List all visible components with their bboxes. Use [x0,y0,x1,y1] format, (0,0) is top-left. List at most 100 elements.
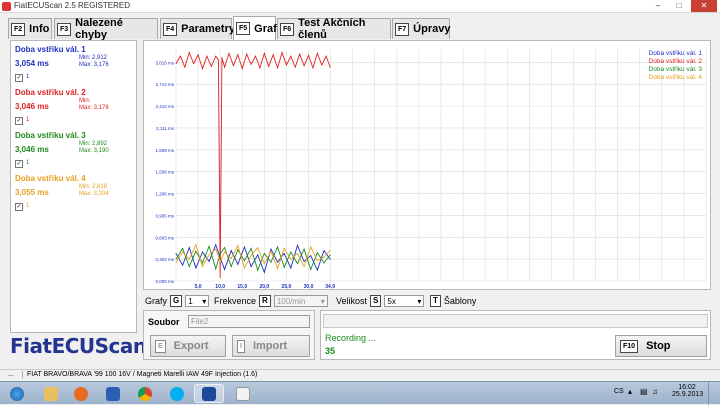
param-checkbox[interactable]: ✓ [15,74,23,82]
frekvence-control: Frekvence R 100/min ▾ [214,295,328,307]
grafy-select[interactable]: 1 ▾ [185,295,210,307]
param-max: Max: 3,204 [79,191,109,197]
start-button[interactable] [2,384,32,403]
sablony-key: T [430,295,441,307]
data-point [195,244,197,246]
data-point [250,266,252,267]
minimize-button[interactable]: – [648,0,668,12]
grafy-value: 1 [188,296,193,306]
taskbar-word[interactable] [98,384,128,403]
close-button[interactable]: ✕ [691,0,717,12]
data-point [290,55,292,57]
sablony-label: Šablony [443,296,477,306]
param-checkbox[interactable]: ✓ [15,203,23,211]
media-player-icon [74,386,88,401]
data-point [230,250,232,252]
data-point [263,271,265,273]
tab-parametry[interactable]: F4 Parametry [160,18,235,39]
data-point [303,260,305,262]
stop-label: Stop [646,340,671,352]
taskbar-fiatecuscan[interactable] [194,384,224,403]
title-bar: FiatECUScan 2.5 REGISTERED – □ ✕ [0,0,720,13]
show-desktop-button[interactable] [708,382,720,405]
param-min: Min: 2,912 [79,55,108,61]
data-point [202,262,203,264]
data-point [270,261,272,263]
tab-info[interactable]: F2 Info [8,18,52,39]
status-panel: Recording ... 35 F10 Stop [320,310,711,360]
tab-key: F5 [236,22,251,35]
param-item-2: Doba vstřiku vál. 2 3,046 ms Min: Max: 3,… [15,88,109,125]
vehicle-status-bar: ... FIAT BRAVO/BRAVA '99 100 16V / Magne… [0,369,720,381]
taskbar-explorer[interactable] [36,384,66,403]
frekvence-select[interactable]: 100/min ▾ [273,295,328,307]
recording-count: 35 [325,346,336,356]
velikost-label: Velikost [336,296,368,306]
param-value: 3,046 ms [15,145,49,154]
windows-taskbar: CS ▴ ▤ ♫ 16:02 25.9.2013 [0,381,720,405]
stop-button[interactable]: F10 Stop [615,335,707,357]
taskbar-media-player[interactable] [66,384,96,403]
data-point [296,244,298,246]
data-point [184,66,186,68]
parameter-panel: Doba vstřiku vál. 1 3,054 ms Min: 2,912 M… [10,40,137,333]
volume-icon[interactable]: ♫ [652,387,658,396]
data-point [188,247,190,249]
network-icon[interactable]: ▤ [640,387,648,396]
param-checkbox[interactable]: ✓ [15,160,23,168]
tab-key: F6 [280,22,295,36]
data-point [246,53,248,55]
tab-nalezene-chyby[interactable]: F3 Nalezené chyby [54,17,158,41]
clock-time: 16:02 [678,384,696,391]
taskbar-skype[interactable] [162,384,192,403]
tab-upravy[interactable]: F7 Úpravy [392,18,450,39]
data-point [310,268,312,270]
data-point [208,245,210,247]
file-label: Soubor [148,317,180,327]
data-point [290,267,292,269]
data-point [255,55,256,57]
import-button[interactable]: I Import [232,335,310,357]
data-point [243,246,245,248]
data-point [202,68,203,70]
data-point [188,266,190,267]
y-tick-label: 2,111 ms [156,126,175,131]
data-point [208,254,210,256]
y-tick-label: 0,302 ms [155,257,174,262]
file-select[interactable]: File2 [188,315,310,328]
param-name: Doba vstřiku vál. 3 [15,131,86,140]
taskbar-chrome[interactable] [130,384,160,403]
param-min: Min: 2,892 [79,141,108,147]
velikost-key: S [370,295,382,307]
data-point [294,66,296,68]
data-point [250,247,252,249]
tab-key: F4 [163,22,178,36]
tab-test-akcnich-clenu[interactable]: F6 Test Akčních členů [277,17,391,41]
x-tick-label: 34,9 [325,284,335,289]
clock[interactable]: 16:02 25.9.2013 [672,384,703,398]
taskbar-paint[interactable] [228,384,258,403]
param-max: Max: 3,176 [79,62,109,68]
x-tick-label: 10,0 [215,284,225,289]
data-point [228,52,230,54]
word-icon [106,386,120,401]
data-point [323,262,325,264]
tray-arrow-icon[interactable]: ▴ [628,387,632,396]
data-point [230,258,232,260]
tab-label: Parametry [181,23,235,35]
param-checkbox[interactable]: ✓ [15,117,23,125]
velikost-select[interactable]: 5x ▾ [384,295,425,307]
param-item-3: Doba vstřiku vál. 3 3,046 ms Min: 2,892 M… [15,131,109,168]
data-point [259,67,261,69]
graph-frame: 3,015 ms 2,714 ms 2,412 ms 2,111 ms 1,809 ms… [143,40,711,290]
y-tick-label: 0,603 ms [155,235,174,240]
data-point [182,264,184,266]
language-indicator[interactable]: CS [614,388,624,395]
export-button[interactable]: E Export [150,335,226,357]
tab-graf[interactable]: F5 Graf [233,16,277,40]
maximize-button[interactable]: □ [669,0,689,12]
sablony-control[interactable]: T Šablony [430,295,476,307]
data-point [283,252,285,254]
param-min: Min: 2,818 [79,184,108,190]
data-point [316,252,318,254]
